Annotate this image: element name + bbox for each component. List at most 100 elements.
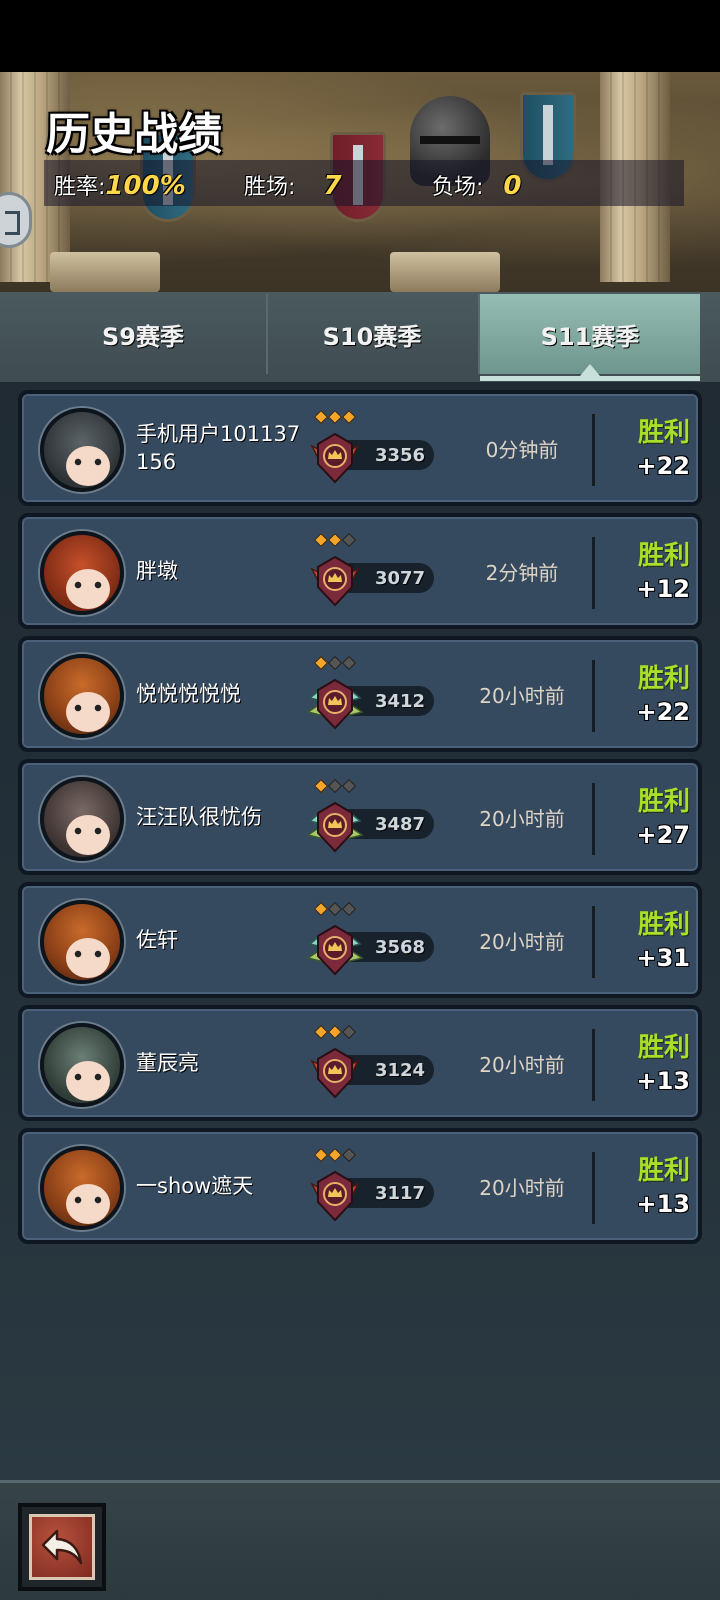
match-result: 胜利 (637, 1033, 690, 1063)
wins-label: 胜场: (244, 175, 296, 200)
losses-stat: 负场: 0 (432, 169, 522, 201)
row-divider (592, 1029, 595, 1101)
season-tabs: S9赛季 S10赛季 S11赛季 (0, 292, 720, 382)
rank-stars (312, 409, 358, 425)
wins-value: 7 (323, 171, 342, 201)
match-time: 0分钟前 (485, 437, 559, 462)
score-delta: +12 (636, 575, 690, 603)
rank-display: 3124 (302, 1023, 442, 1107)
rank-star-icon (313, 532, 329, 548)
rank-stars (312, 1024, 358, 1040)
header-banner: 历史战绩 胜率: 100% 胜场: 7 负场: 0 (0, 72, 720, 292)
rank-display: 3077 (302, 531, 442, 615)
red-rank-badge-icon (304, 549, 366, 611)
rank-star-icon (341, 532, 357, 548)
score-delta: +22 (636, 698, 690, 726)
red-mask-avatar[interactable] (40, 531, 124, 615)
dog-hat-avatar[interactable] (40, 777, 124, 861)
tab-s11[interactable]: S11赛季 (478, 294, 700, 374)
match-row[interactable]: 佐轩 3568 20小时前 胜利 +31 (18, 882, 702, 998)
score-delta: +27 (636, 821, 690, 849)
rank-star-icon (313, 901, 329, 917)
pedestal-decoration (50, 252, 160, 292)
winged-rank-badge-icon (304, 795, 366, 857)
page-title: 历史战绩 (46, 109, 222, 160)
win-rate-label: 胜率: (54, 175, 106, 200)
stats-bar: 胜率: 100% 胜场: 7 负场: 0 (44, 160, 684, 206)
winged-rank-badge-icon (304, 918, 366, 980)
rank-star-icon (341, 778, 357, 794)
red-rank-badge-icon (304, 426, 366, 488)
match-row[interactable]: 汪汪队很忧伤 3487 20小时前 胜利 +27 (18, 759, 702, 875)
rank-star-icon (313, 1024, 329, 1040)
wins-stat: 胜场: 7 (244, 169, 342, 201)
score-delta: +13 (636, 1067, 690, 1095)
match-result: 胜利 (637, 418, 690, 448)
rank-stars (312, 1147, 358, 1163)
score-delta: +22 (636, 452, 690, 480)
rank-display: 3412 (302, 654, 442, 738)
pumpkin-avatar[interactable] (40, 654, 124, 738)
bear-hat-avatar[interactable] (40, 408, 124, 492)
red-rank-badge-icon (304, 1041, 366, 1103)
tab-s10[interactable]: S10赛季 (266, 294, 476, 374)
rank-star-icon (341, 655, 357, 671)
rank-star-icon (341, 901, 357, 917)
rank-display: 3487 (302, 777, 442, 861)
pumpkin-avatar[interactable] (40, 900, 124, 984)
player-name: 董辰亮 (136, 1051, 199, 1075)
match-row[interactable]: 胖墩 3077 2分钟前 胜利 +12 (18, 513, 702, 629)
score-delta: +31 (636, 944, 690, 972)
player-name: 佐轩 (136, 928, 178, 952)
match-row[interactable]: 一show遮天 3117 20小时前 胜利 +13 (18, 1128, 702, 1244)
back-button[interactable] (18, 1503, 106, 1591)
match-result: 胜利 (637, 910, 690, 940)
pumpkin-avatar[interactable] (40, 1146, 124, 1230)
rank-star-icon (313, 778, 329, 794)
match-row[interactable]: 手机用户101137156 3356 0分钟前 胜利 +22 (18, 390, 702, 506)
match-result: 胜利 (637, 1156, 690, 1186)
player-name: 悦悦悦悦悦 (136, 682, 241, 706)
pedestal-decoration (390, 252, 500, 292)
rank-star-icon (341, 409, 357, 425)
rank-display: 3356 (302, 408, 442, 492)
player-name: 一show遮天 (136, 1174, 254, 1198)
rank-star-icon (327, 1147, 343, 1163)
row-divider (592, 414, 595, 486)
row-divider (592, 783, 595, 855)
rank-stars (312, 532, 358, 548)
rank-star-icon (327, 1024, 343, 1040)
losses-label: 负场: (432, 175, 484, 200)
winged-rank-badge-icon (304, 672, 366, 734)
match-result: 胜利 (637, 541, 690, 571)
match-time: 20小时前 (479, 929, 565, 954)
rank-star-icon (327, 778, 343, 794)
rank-display: 3568 (302, 900, 442, 984)
match-time: 20小时前 (479, 1052, 565, 1077)
goggles-avatar[interactable] (40, 1023, 124, 1107)
score-delta: +13 (636, 1190, 690, 1218)
win-rate-stat: 胜率: 100% (54, 169, 186, 201)
rank-stars (312, 901, 358, 917)
rank-star-icon (327, 901, 343, 917)
tab-s9[interactable]: S9赛季 (20, 294, 266, 374)
row-divider (592, 537, 595, 609)
rank-stars (312, 655, 358, 671)
rank-star-icon (313, 655, 329, 671)
match-row[interactable]: 悦悦悦悦悦 3412 20小时前 胜利 +22 (18, 636, 702, 752)
rank-display: 3117 (302, 1146, 442, 1230)
match-list: 手机用户101137156 3356 0分钟前 胜利 +22 胖墩 3077 2分钟前 胜利 +1… (0, 382, 720, 1480)
rank-star-icon (327, 655, 343, 671)
rank-star-icon (327, 532, 343, 548)
match-time: 20小时前 (479, 1175, 565, 1200)
rank-star-icon (341, 1147, 357, 1163)
active-tab-underline (480, 376, 700, 381)
back-arrow-icon (29, 1514, 95, 1580)
player-name: 胖墩 (136, 559, 178, 583)
rank-star-icon (327, 409, 343, 425)
player-name: 汪汪队很忧伤 (136, 805, 262, 829)
red-rank-badge-icon (304, 1164, 366, 1226)
active-tab-pointer (580, 364, 600, 376)
match-result: 胜利 (637, 664, 690, 694)
match-row[interactable]: 董辰亮 3124 20小时前 胜利 +13 (18, 1005, 702, 1121)
